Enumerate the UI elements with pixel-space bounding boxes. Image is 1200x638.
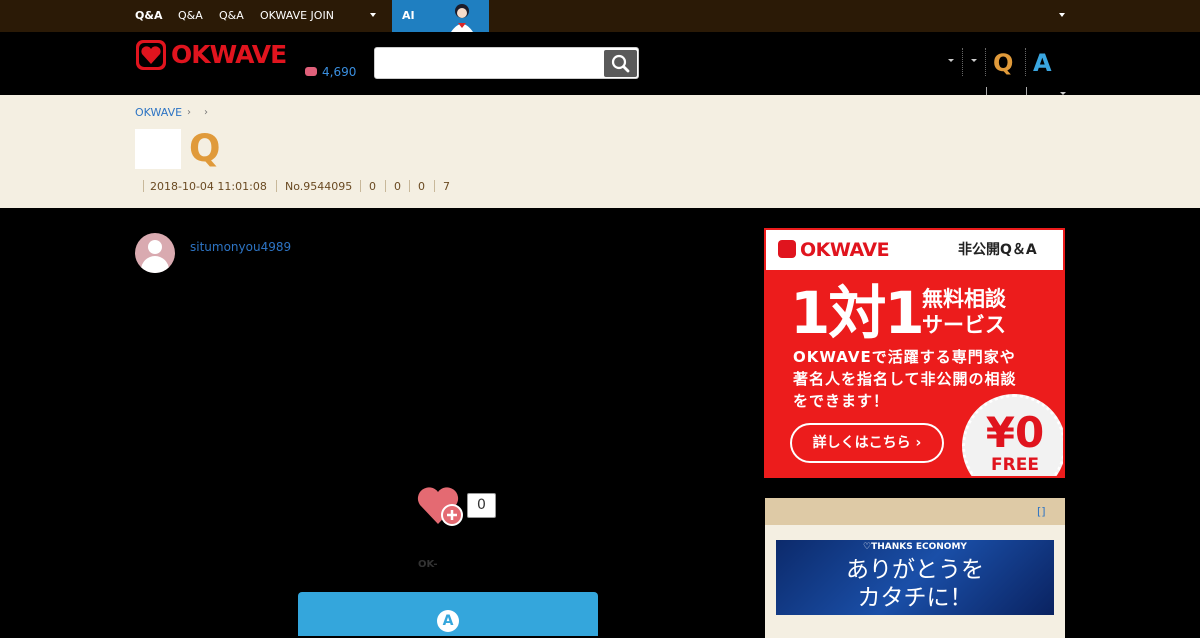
chevron-right-icon: › bbox=[187, 107, 191, 118]
ai-assistant-avatar-icon bbox=[451, 4, 473, 32]
thanks-economy-widget: [] ♡THANKS ECONOMY ありがとうを カタチに！ bbox=[765, 498, 1065, 638]
ad-private-qa-label: 非公開Q＆A bbox=[958, 242, 1037, 258]
divider bbox=[276, 180, 277, 192]
divider bbox=[986, 87, 987, 95]
divider bbox=[360, 180, 361, 192]
topnav-item-qa-2[interactable]: Q&A bbox=[178, 9, 203, 23]
avatar-body bbox=[141, 256, 169, 273]
question-datetime: 2018-10-04 11:01:08 bbox=[150, 180, 267, 193]
ad-logo: OKWAVE bbox=[778, 239, 890, 261]
divider bbox=[385, 180, 386, 192]
divider bbox=[985, 48, 986, 76]
banner-brand: ♡THANKS ECONOMY bbox=[863, 542, 967, 552]
ad-free-label: FREE bbox=[991, 455, 1039, 475]
site-header: OKWAVE 4,690 Q A bbox=[0, 32, 1200, 95]
stat-value: 0 bbox=[394, 180, 401, 193]
ad-headline: 1対1 bbox=[790, 279, 925, 347]
question-number: No.9544095 bbox=[285, 180, 353, 193]
chevron-right-icon: › bbox=[204, 107, 208, 118]
divider bbox=[409, 180, 410, 192]
top-nav: Q&A Q&A Q&A OKWAVE JOIN AI bbox=[0, 0, 1200, 32]
chevron-down-icon[interactable] bbox=[370, 13, 376, 17]
ad-subheadline: 無料相談 サービス bbox=[922, 286, 1006, 338]
topnav-item-join[interactable]: OKWAVE JOIN bbox=[260, 9, 334, 23]
divider bbox=[1025, 48, 1026, 76]
heart-points-icon bbox=[305, 67, 317, 76]
ad-subheadline-line: 無料相談 bbox=[922, 287, 1006, 311]
breadcrumb-home[interactable]: OKWAVE bbox=[135, 106, 182, 120]
like-button[interactable] bbox=[416, 484, 464, 528]
topnav-item-qa[interactable]: Q&A bbox=[135, 9, 162, 23]
chevron-down-icon[interactable] bbox=[1059, 13, 1065, 17]
category-thumbnail bbox=[135, 129, 181, 169]
chevron-down-icon[interactable] bbox=[948, 59, 954, 62]
heart-like-icon bbox=[417, 487, 463, 526]
search-input[interactable] bbox=[379, 51, 601, 75]
divider bbox=[434, 180, 435, 192]
heart-logo-icon bbox=[136, 40, 166, 70]
stat-value: 7 bbox=[443, 180, 450, 193]
question-mark-q: Q bbox=[189, 127, 221, 170]
points-value: 4,690 bbox=[322, 65, 357, 79]
ad-description-line: OKWAVEで活躍する専門家や bbox=[793, 348, 1016, 366]
avatar-head bbox=[148, 240, 162, 254]
ad-price: ¥0 bbox=[985, 408, 1045, 457]
heart-logo-icon bbox=[778, 240, 796, 258]
okwave-logo[interactable]: OKWAVE bbox=[135, 39, 287, 71]
widget-link[interactable]: [] bbox=[1037, 506, 1046, 518]
answer-button[interactable]: A bbox=[298, 592, 598, 636]
widget-header: [] bbox=[765, 498, 1065, 525]
banner-headline-line: ありがとうを bbox=[846, 557, 984, 583]
ad-details-button[interactable]: 詳しくはこちら › bbox=[790, 423, 944, 463]
divider bbox=[962, 48, 963, 76]
search-button[interactable] bbox=[604, 50, 637, 77]
ask-question-link[interactable]: Q bbox=[993, 49, 1013, 77]
ad-subheadline-line: サービス bbox=[922, 313, 1006, 337]
banner-headline-line: カタチに！ bbox=[857, 585, 973, 611]
stat-value: 0 bbox=[369, 180, 376, 193]
answer-icon: A bbox=[437, 610, 459, 632]
ad-topbar: OKWAVE 非公開Q＆A bbox=[766, 230, 1063, 270]
ok-label: OK- bbox=[418, 559, 438, 570]
ai-tab-label: AI bbox=[402, 9, 415, 22]
ad-logo-text: OKWAVE bbox=[800, 239, 890, 261]
banner-headline: ありがとうを カタチに！ bbox=[776, 556, 1054, 612]
points-display[interactable]: 4,690 bbox=[305, 65, 356, 79]
like-count: 0 bbox=[467, 493, 496, 518]
ai-tab[interactable]: AI bbox=[392, 0, 489, 32]
divider bbox=[143, 180, 144, 192]
ad-description-line: 著名人を指名して非公開の相談 bbox=[793, 370, 1017, 388]
thanks-economy-banner[interactable]: ♡THANKS ECONOMY ありがとうを カタチに！ bbox=[776, 540, 1054, 615]
search-box bbox=[374, 47, 639, 79]
user-avatar[interactable] bbox=[135, 233, 175, 273]
logo-text: OKWAVE bbox=[171, 40, 287, 69]
private-qa-ad[interactable]: OKWAVE 非公開Q＆A 1対1 無料相談 サービス OKWAVEで活躍する専… bbox=[764, 228, 1065, 478]
answer-link[interactable]: A bbox=[1033, 49, 1052, 77]
question-header: OKWAVE › › Q 2018-10-04 11:01:08 No.9544… bbox=[0, 95, 1200, 208]
divider bbox=[1026, 87, 1027, 95]
username-link[interactable]: situmonyou4989 bbox=[190, 240, 291, 254]
topnav-item-qa-3[interactable]: Q&A bbox=[219, 9, 244, 23]
chevron-down-icon[interactable] bbox=[971, 59, 977, 62]
search-icon bbox=[611, 54, 630, 73]
stat-value: 0 bbox=[418, 180, 425, 193]
